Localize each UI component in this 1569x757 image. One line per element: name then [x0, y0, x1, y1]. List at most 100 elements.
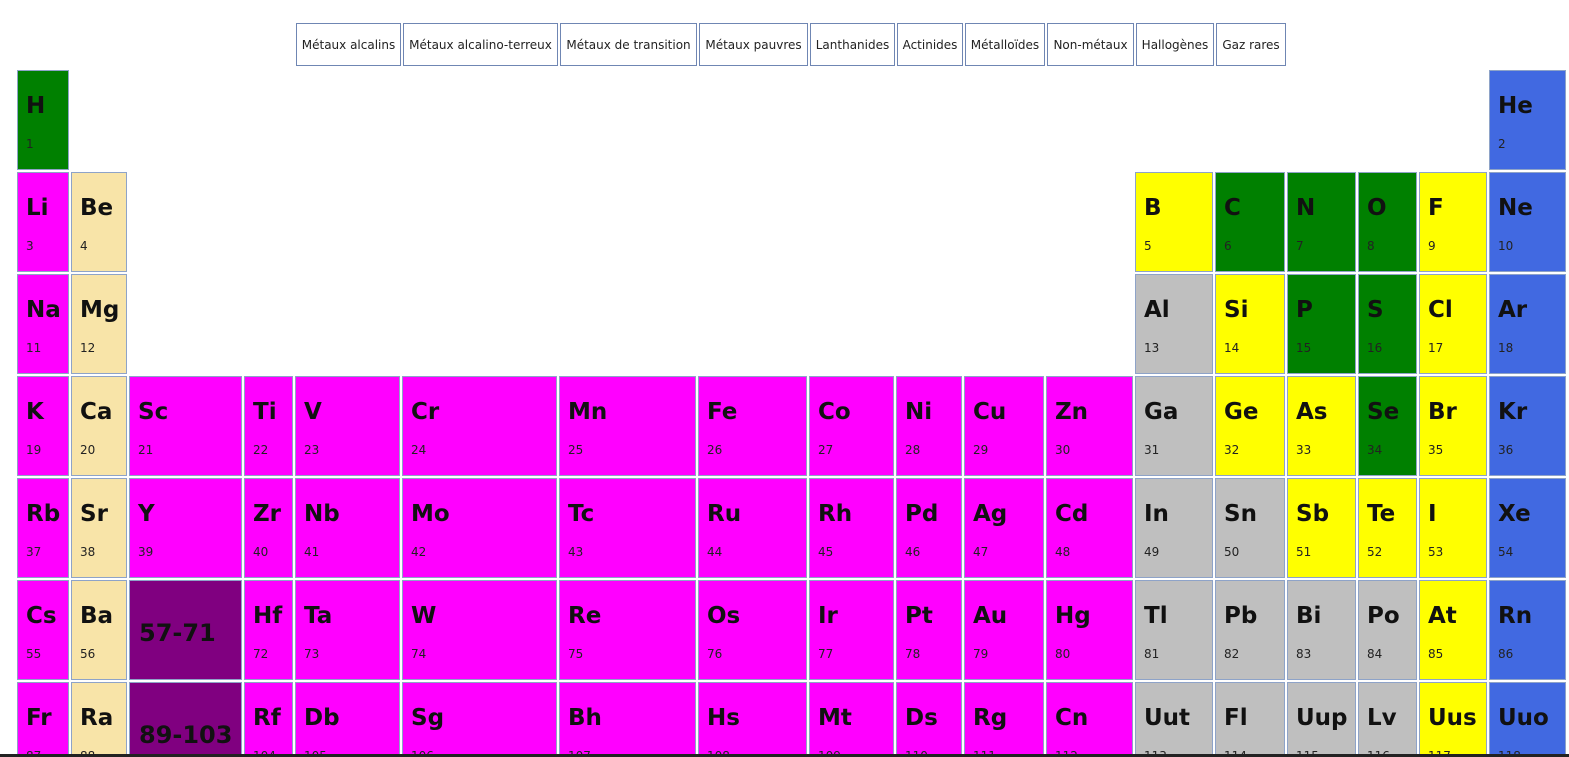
element-cell-sn[interactable]: Sn 50 [1215, 478, 1285, 578]
legend-button-5[interactable]: Lanthanides [810, 23, 895, 66]
element-cell-ar[interactable]: Ar 18 [1489, 274, 1566, 374]
element-cell-he[interactable]: He 2 [1489, 70, 1566, 170]
element-cell-si[interactable]: Si 14 [1215, 274, 1285, 374]
element-cell-ne[interactable]: Ne 10 [1489, 172, 1566, 272]
element-cell-te[interactable]: Te 52 [1358, 478, 1417, 578]
element-cell-re[interactable]: Re 75 [559, 580, 696, 680]
element-cell-ni[interactable]: Ni 28 [896, 376, 962, 476]
element-cell-db[interactable]: Db 105 [295, 682, 400, 757]
element-cell-mn[interactable]: Mn 25 [559, 376, 696, 476]
element-cell-uus[interactable]: Uus 117 [1419, 682, 1487, 757]
element-cell-ta[interactable]: Ta 73 [295, 580, 400, 680]
element-cell-as[interactable]: As 33 [1287, 376, 1356, 476]
legend-button-6[interactable]: Actinides [897, 23, 963, 66]
element-cell-se[interactable]: Se 34 [1358, 376, 1417, 476]
element-cell-p[interactable]: P 15 [1287, 274, 1356, 374]
element-cell-ti[interactable]: Ti 22 [244, 376, 293, 476]
element-cell-li[interactable]: Li 3 [17, 172, 69, 272]
element-cell-rh[interactable]: Rh 45 [809, 478, 894, 578]
element-cell-zr[interactable]: Zr 40 [244, 478, 293, 578]
element-cell-uut[interactable]: Uut 113 [1135, 682, 1213, 757]
element-cell-po[interactable]: Po 84 [1358, 580, 1417, 680]
element-cell-fl[interactable]: Fl 114 [1215, 682, 1285, 757]
legend-button-1[interactable]: Métaux alcalins [296, 23, 401, 66]
element-cell-in[interactable]: In 49 [1135, 478, 1213, 578]
element-cell-ru[interactable]: Ru 44 [698, 478, 807, 578]
element-cell-ra[interactable]: Ra 88 [71, 682, 127, 757]
element-cell-br[interactable]: Br 35 [1419, 376, 1487, 476]
element-cell-cl[interactable]: Cl 17 [1419, 274, 1487, 374]
element-cell-tl[interactable]: Tl 81 [1135, 580, 1213, 680]
element-cell-co[interactable]: Co 27 [809, 376, 894, 476]
element-cell-57-71[interactable]: 57-71 [129, 580, 242, 680]
element-cell-sb[interactable]: Sb 51 [1287, 478, 1356, 578]
element-cell-ca[interactable]: Ca 20 [71, 376, 127, 476]
element-cell-b[interactable]: B5 [1135, 172, 1213, 272]
element-cell-sg[interactable]: Sg 106 [402, 682, 557, 757]
element-cell-pd[interactable]: Pd 46 [896, 478, 962, 578]
element-cell-y[interactable]: Y 39 [129, 478, 242, 578]
element-cell-rf[interactable]: Rf 104 [244, 682, 293, 757]
legend-button-4[interactable]: Métaux pauvres [699, 23, 808, 66]
element-cell-w[interactable]: W 74 [402, 580, 557, 680]
legend-button-10[interactable]: Gaz rares [1216, 23, 1286, 66]
legend-button-3[interactable]: Métaux de transition [560, 23, 697, 66]
element-cell-na[interactable]: Na 11 [17, 274, 69, 374]
element-cell-mt[interactable]: Mt 109 [809, 682, 894, 757]
element-cell-at[interactable]: At 85 [1419, 580, 1487, 680]
element-cell-ge[interactable]: Ge 32 [1215, 376, 1285, 476]
element-cell-lv[interactable]: Lv 116 [1358, 682, 1417, 757]
element-cell-cd[interactable]: Cd 48 [1046, 478, 1133, 578]
legend-button-2[interactable]: Métaux alcalino-terreux [403, 23, 558, 66]
element-cell-cs[interactable]: Cs 55 [17, 580, 69, 680]
legend-button-8[interactable]: Non-métaux [1047, 23, 1134, 66]
element-cell-ga[interactable]: Ga 31 [1135, 376, 1213, 476]
element-cell-al[interactable]: Al 13 [1135, 274, 1213, 374]
element-cell-c[interactable]: C6 [1215, 172, 1285, 272]
element-cell-tc[interactable]: Tc 43 [559, 478, 696, 578]
element-cell-hs[interactable]: Hs 108 [698, 682, 807, 757]
element-cell-rb[interactable]: Rb 37 [17, 478, 69, 578]
element-cell-s[interactable]: S 16 [1358, 274, 1417, 374]
element-cell-mg[interactable]: Mg 12 [71, 274, 127, 374]
element-cell-fr[interactable]: Fr 87 [17, 682, 69, 757]
element-cell-hf[interactable]: Hf 72 [244, 580, 293, 680]
element-cell-ir[interactable]: Ir 77 [809, 580, 894, 680]
element-cell-bh[interactable]: Bh 107 [559, 682, 696, 757]
element-cell-ag[interactable]: Ag 47 [964, 478, 1044, 578]
element-cell-rg[interactable]: Rg 111 [964, 682, 1044, 757]
element-cell-os[interactable]: Os 76 [698, 580, 807, 680]
element-cell-f[interactable]: F9 [1419, 172, 1487, 272]
element-cell-mo[interactable]: Mo 42 [402, 478, 557, 578]
element-cell-kr[interactable]: Kr 36 [1489, 376, 1566, 476]
legend-button-9[interactable]: Hallogènes [1136, 23, 1214, 66]
element-cell-v[interactable]: V 23 [295, 376, 400, 476]
element-cell-ba[interactable]: Ba 56 [71, 580, 127, 680]
element-cell-uuo[interactable]: Uuo 118 [1489, 682, 1566, 757]
element-cell-k[interactable]: K 19 [17, 376, 69, 476]
element-cell-i[interactable]: I 53 [1419, 478, 1487, 578]
element-cell-n[interactable]: N7 [1287, 172, 1356, 272]
element-cell-fe[interactable]: Fe 26 [698, 376, 807, 476]
element-cell-h[interactable]: H1 [17, 70, 69, 170]
element-cell-sr[interactable]: Sr 38 [71, 478, 127, 578]
element-cell-bi[interactable]: Bi 83 [1287, 580, 1356, 680]
element-cell-rn[interactable]: Rn 86 [1489, 580, 1566, 680]
element-cell-cn[interactable]: Cn 112 [1046, 682, 1133, 757]
element-cell-xe[interactable]: Xe 54 [1489, 478, 1566, 578]
element-cell-pt[interactable]: Pt 78 [896, 580, 962, 680]
element-cell-sc[interactable]: Sc 21 [129, 376, 242, 476]
element-cell-hg[interactable]: Hg 80 [1046, 580, 1133, 680]
element-cell-cr[interactable]: Cr 24 [402, 376, 557, 476]
element-cell-au[interactable]: Au 79 [964, 580, 1044, 680]
element-cell-be[interactable]: Be 4 [71, 172, 127, 272]
element-cell-ds[interactable]: Ds 110 [896, 682, 962, 757]
legend-button-7[interactable]: Métalloïdes [965, 23, 1045, 66]
element-cell-89-103[interactable]: 89-103 [129, 682, 242, 757]
element-cell-uup[interactable]: Uup 115 [1287, 682, 1356, 757]
element-cell-zn[interactable]: Zn 30 [1046, 376, 1133, 476]
element-cell-nb[interactable]: Nb 41 [295, 478, 400, 578]
element-cell-pb[interactable]: Pb 82 [1215, 580, 1285, 680]
element-cell-o[interactable]: O8 [1358, 172, 1417, 272]
element-cell-cu[interactable]: Cu 29 [964, 376, 1044, 476]
